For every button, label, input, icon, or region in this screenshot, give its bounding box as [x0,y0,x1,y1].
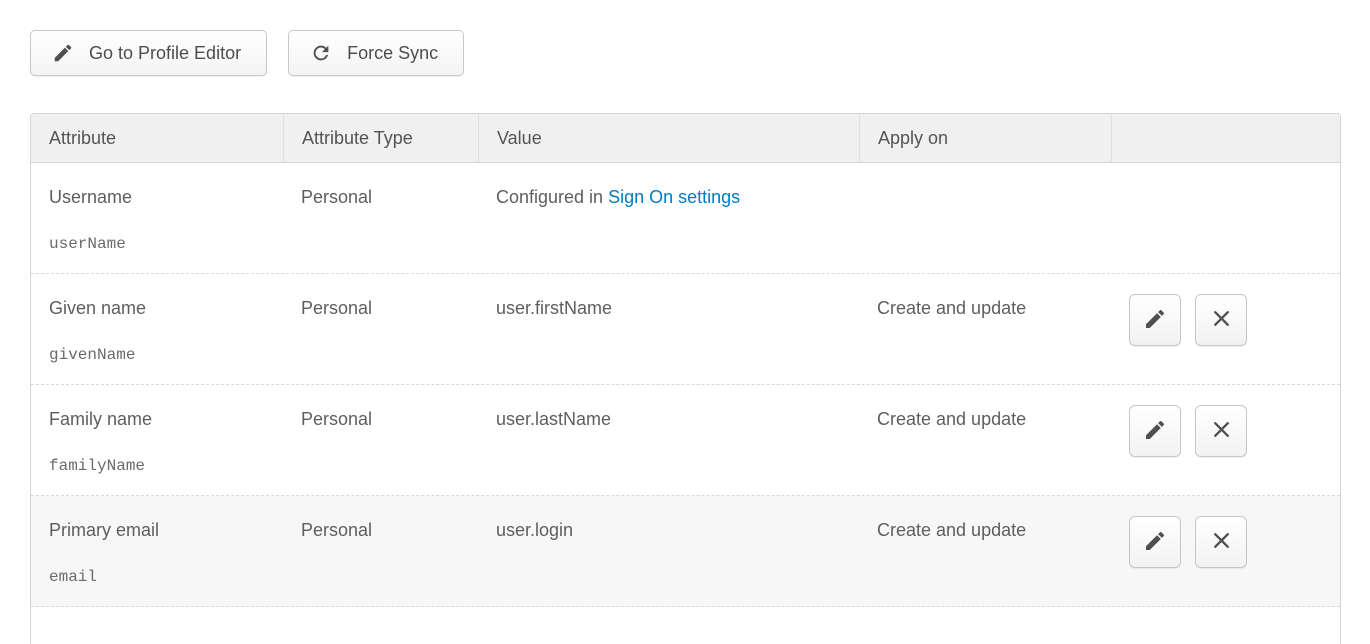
attribute-label: Given name [49,298,273,319]
attribute-label: Username [49,187,273,208]
close-icon [1211,419,1232,443]
attribute-variable: familyName [49,456,273,477]
apply-on-cell: Create and update [859,385,1111,495]
go-to-profile-editor-label: Go to Profile Editor [89,43,241,64]
value-cell: user.login [478,496,859,606]
attribute-mapping-table: Attribute Attribute Type Value Apply on … [30,113,1341,644]
refresh-icon [310,42,332,64]
header-value: Value [478,114,859,162]
apply-on-cell: Create and update [859,274,1111,384]
force-sync-button[interactable]: Force Sync [288,30,464,76]
attribute-type-cell: Personal [283,163,478,273]
actions-cell [1111,163,1340,273]
value-prefix: Configured in [496,187,608,207]
close-icon [1211,308,1232,332]
table-header-row: Attribute Attribute Type Value Apply on [31,114,1340,163]
pencil-icon [52,42,74,64]
sign-on-settings-link[interactable]: Sign On settings [608,187,740,207]
attribute-label: Family name [49,409,273,430]
table-row: Family name familyName Personal user.las… [31,385,1340,496]
pencil-icon [1143,529,1167,556]
close-icon [1211,530,1232,554]
value-cell: Configured in Sign On settings [478,163,859,273]
edit-attribute-button[interactable] [1129,516,1181,568]
delete-attribute-button[interactable] [1195,516,1247,568]
delete-attribute-button[interactable] [1195,294,1247,346]
pencil-icon [1143,418,1167,445]
actions-cell [1111,274,1340,384]
actions-cell [1111,496,1340,606]
apply-on-cell: Create and update [859,496,1111,606]
header-attribute: Attribute [31,114,283,162]
force-sync-label: Force Sync [347,43,438,64]
attribute-type-cell: Personal [283,496,478,606]
table-row: Username userName Personal Configured in… [31,163,1340,274]
pencil-icon [1143,307,1167,334]
attribute-cell: Username userName [31,163,283,273]
attribute-variable: givenName [49,345,273,366]
attribute-cell: Given name givenName [31,274,283,384]
table-row: Given name givenName Personal user.first… [31,274,1340,385]
attribute-cell: Primary email email [31,496,283,606]
table-row-partial [31,607,1340,644]
header-actions [1111,114,1340,162]
header-attribute-type: Attribute Type [283,114,478,162]
edit-attribute-button[interactable] [1129,405,1181,457]
table-row: Primary email email Personal user.login … [31,496,1340,607]
apply-on-cell [859,163,1111,273]
attribute-variable: userName [49,234,273,255]
go-to-profile-editor-button[interactable]: Go to Profile Editor [30,30,267,76]
attribute-type-cell: Personal [283,385,478,495]
value-cell: user.firstName [478,274,859,384]
attribute-cell: Family name familyName [31,385,283,495]
toolbar: Go to Profile Editor Force Sync [30,30,464,76]
edit-attribute-button[interactable] [1129,294,1181,346]
value-cell: user.lastName [478,385,859,495]
actions-cell [1111,385,1340,495]
attribute-type-cell: Personal [283,274,478,384]
attribute-label: Primary email [49,520,273,541]
delete-attribute-button[interactable] [1195,405,1247,457]
header-apply-on: Apply on [859,114,1111,162]
attribute-variable: email [49,567,273,588]
